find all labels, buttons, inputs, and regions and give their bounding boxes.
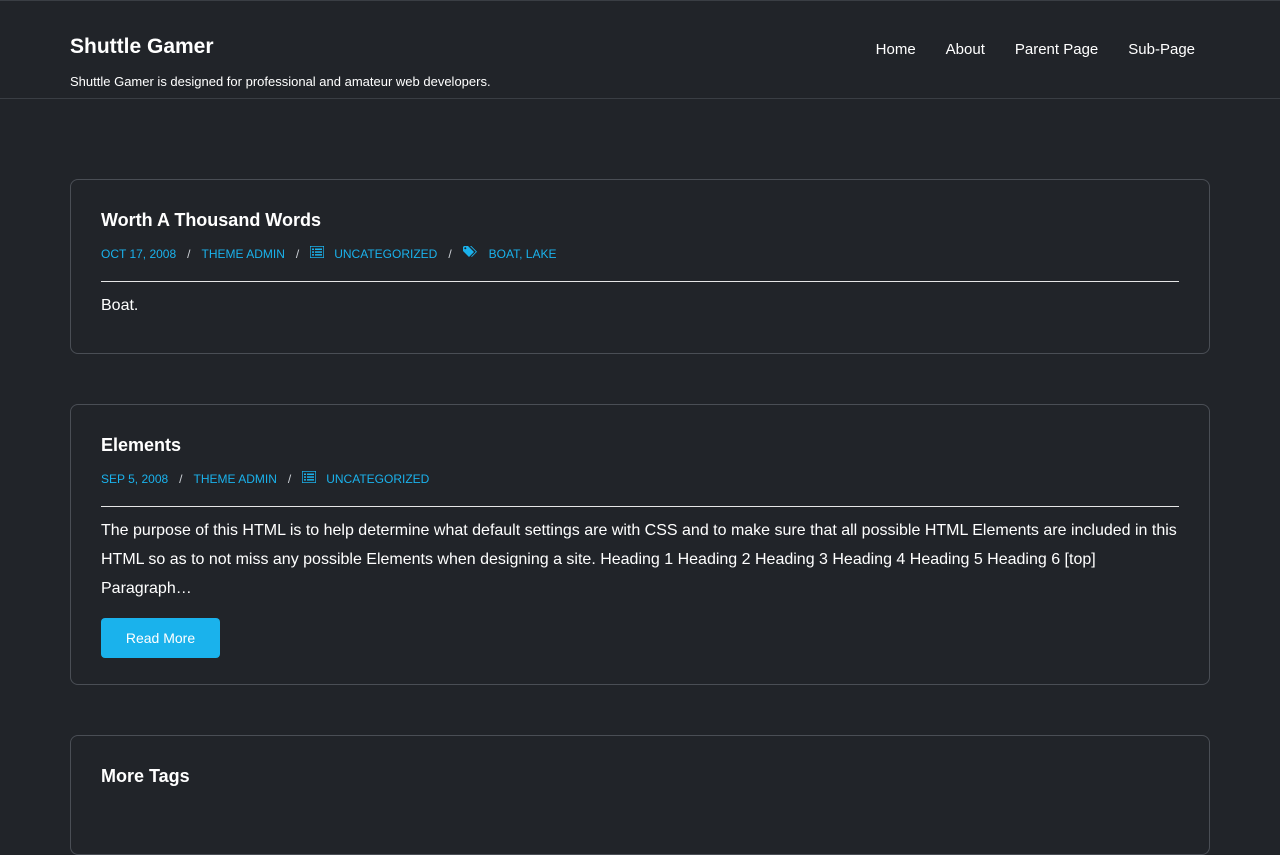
post-category[interactable]: UNCATEGORIZED xyxy=(334,247,437,261)
divider xyxy=(101,506,1179,507)
post-author[interactable]: THEME ADMIN xyxy=(194,472,277,486)
post-card: Worth A Thousand Words OCT 17, 2008 / TH… xyxy=(70,179,1210,354)
post-title[interactable]: Worth A Thousand Words xyxy=(101,209,1179,231)
site-title[interactable]: Shuttle Gamer xyxy=(70,35,491,59)
post-date[interactable]: OCT 17, 2008 xyxy=(101,247,176,261)
meta-separator: / xyxy=(287,471,292,486)
divider xyxy=(101,281,1179,282)
post-tags[interactable]: BOAT, LAKE xyxy=(489,247,557,261)
nav-about[interactable]: About xyxy=(931,41,1000,59)
tags-icon xyxy=(462,246,478,261)
post-meta: SEP 5, 2008 / THEME ADMIN / UNCATEGORIZE… xyxy=(101,470,1179,486)
meta-separator: / xyxy=(448,246,452,261)
meta-separator: / xyxy=(187,246,191,261)
post-excerpt: Boat. xyxy=(101,297,139,314)
brand: Shuttle Gamer Shuttle Gamer is designed … xyxy=(70,35,491,90)
meta-separator: / xyxy=(179,471,183,486)
post-meta: OCT 17, 2008 / THEME ADMIN / UNCATEGORIZ… xyxy=(101,245,1179,261)
nav-home[interactable]: Home xyxy=(861,41,931,59)
post-category[interactable]: UNCATEGORIZED xyxy=(326,472,429,486)
post-date[interactable]: SEP 5, 2008 xyxy=(101,472,168,486)
main-nav: Home About Parent Page Sub-Page xyxy=(861,41,1210,59)
list-icon xyxy=(309,245,325,261)
site-header: Shuttle Gamer Shuttle Gamer is designed … xyxy=(0,0,1280,99)
post-card: More Tags xyxy=(70,735,1210,855)
post-card: Elements SEP 5, 2008 / THEME ADMIN / UNC… xyxy=(70,404,1210,685)
list-icon xyxy=(301,470,317,486)
site-description: Shuttle Gamer is designed for profession… xyxy=(70,74,491,89)
read-more-button[interactable]: Read More xyxy=(101,618,220,658)
post-title[interactable]: Elements xyxy=(101,434,1179,456)
nav-parent-page[interactable]: Parent Page xyxy=(1000,41,1113,59)
post-excerpt: The purpose of this HTML is to help dete… xyxy=(101,522,1177,597)
meta-separator: / xyxy=(295,246,300,261)
nav-sub-page[interactable]: Sub-Page xyxy=(1113,41,1210,59)
post-author[interactable]: THEME ADMIN xyxy=(202,247,285,261)
post-title[interactable]: More Tags xyxy=(101,765,1179,787)
